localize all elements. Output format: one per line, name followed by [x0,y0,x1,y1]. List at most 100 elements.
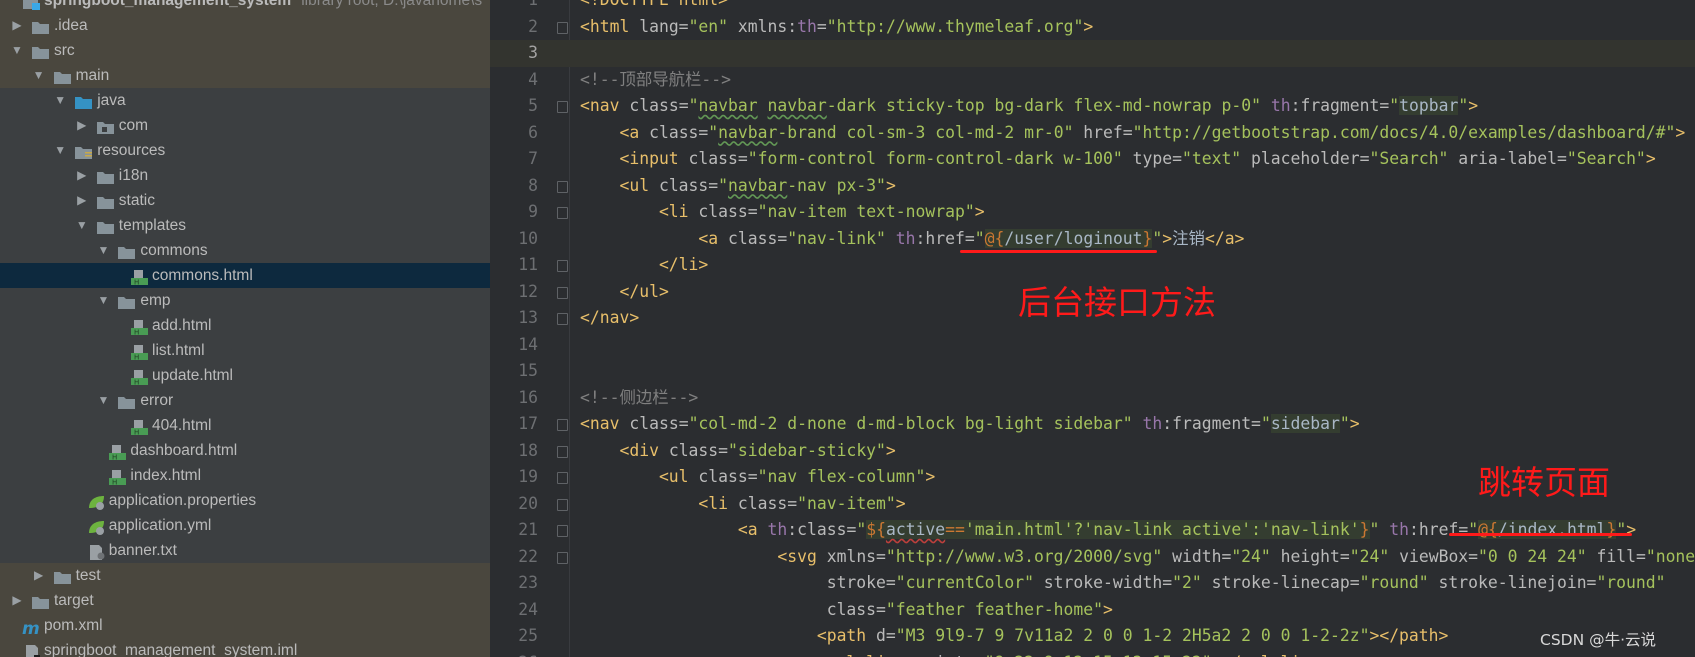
collapse-arrow-icon[interactable]: ▶ [75,113,89,138]
collapse-arrow-icon[interactable]: ▶ [10,588,24,613]
tree-item[interactable]: ▼ commons [0,238,490,263]
code-line[interactable]: 26 <polyline points="9 22 9 12 15 12 15 … [490,650,1695,657]
project-tree[interactable]: springboot_management_system library root… [0,0,490,657]
fold-marker-icon[interactable] [557,445,568,458]
fold-marker-icon[interactable] [557,498,568,511]
tree-item[interactable]: ▼ resources [0,138,490,163]
fold-marker-icon[interactable] [557,21,568,34]
code-token: } [1606,520,1617,539]
code-line[interactable]: 7 <input class="form-control form-contro… [490,146,1695,173]
fold-marker-icon[interactable] [557,260,568,272]
code-line[interactable]: 9 <li class="nav-item text-nowrap"> [490,199,1695,226]
tree-item[interactable]: ▼ main [0,62,490,88]
tree-item[interactable]: springboot_management_system library root… [0,0,490,13]
code-text: </ul> [580,279,668,306]
tree-item[interactable]: Hlist.html [0,338,490,363]
code-line[interactable]: 4 <!--顶部导航栏--> [490,67,1695,94]
tree-item[interactable]: ▶ test [0,562,490,588]
code-token: "nav-link" [787,228,886,248]
expand-arrow-icon[interactable]: ▼ [96,238,110,263]
code-line[interactable]: 25 <path d="M3 9l9-7 9 7v11a2 2 0 0 1-2 … [490,623,1695,650]
module-icon [22,0,41,10]
tree-item[interactable]: application.yml [0,513,490,538]
expand-arrow-icon[interactable]: ▼ [96,288,110,313]
tree-item[interactable]: springboot_management_system.iml [0,637,490,657]
tree-item[interactable]: Hdashboard.html [0,438,490,463]
expand-arrow-icon[interactable]: ▼ [53,88,67,113]
code-line[interactable]: 15 [490,358,1695,385]
code-line[interactable]: 8 <ul class="navbar-nav px-3"> [490,173,1695,200]
fold-marker-icon[interactable] [557,101,568,113]
code-line[interactable]: 23 stroke="currentColor" stroke-width="2… [490,570,1695,597]
code-line[interactable]: 1 <!DOCTYPE html> [490,0,1695,14]
tree-item[interactable]: m pom.xml [0,612,490,639]
fold-marker-icon[interactable] [557,207,568,219]
code-line[interactable]: 2 <html lang="en" xmlns:th="http://www.th… [490,14,1695,41]
tree-item[interactable]: Hcommons.html [0,262,490,288]
code-editor[interactable]: 1<!DOCTYPE html>2<html lang="en" xmlns:t… [490,0,1695,657]
fold-marker-icon[interactable] [557,286,568,299]
folder-icon [96,218,115,234]
tree-item[interactable]: Hupdate.html [0,363,490,388]
code-line[interactable]: 24 class="feather feather-home"> [490,597,1695,624]
tree-item[interactable]: ▶ static [0,188,490,213]
expand-arrow-icon[interactable]: ▼ [96,388,110,413]
code-token: "feather feather-home" [885,599,1104,619]
fold-marker-icon[interactable] [557,551,568,564]
code-line[interactable]: 16 <!--侧边栏--> [490,385,1695,412]
tree-item[interactable]: ▼ templates [0,213,490,238]
code-line[interactable]: 22 <svg xmlns="http://www.w3.org/2000/sv… [490,544,1695,571]
tree-item[interactable]: application.properties [0,488,490,513]
tree-item[interactable]: Hindex.html [0,463,490,488]
collapse-arrow-icon[interactable]: ▶ [75,188,89,213]
code-line[interactable]: 17 <nav class="col-md-2 d-none d-md-block… [490,411,1695,438]
code-token: :class= [787,520,857,539]
code-line[interactable]: 10 <a class="nav-link" th:href="@{/user/… [490,226,1695,253]
tree-item[interactable]: ▼ src [0,37,490,63]
code-token: :href= [1409,520,1469,539]
code-line[interactable]: 11 </li> [490,252,1695,279]
tree-item[interactable]: ▼ java [0,88,490,113]
expand-arrow-icon[interactable]: ▼ [10,38,24,63]
folder-icon [31,43,50,59]
tree-item[interactable]: ▶ target [0,587,490,613]
code-token: " [1152,228,1163,248]
code-text: <path d="M3 9l9-7 9 7v11a2 2 0 0 1-2 2H5… [580,623,1449,650]
collapse-arrow-icon[interactable]: ▶ [75,163,89,188]
fold-marker-icon[interactable] [557,313,568,325]
fold-marker-icon[interactable] [557,472,568,484]
code-text: </li> [580,252,708,279]
tree-item[interactable]: ▼ error [0,388,490,413]
code-token: "nav flex-column" [757,467,926,486]
tree-item[interactable]: ▶ .idea [0,12,490,38]
tree-item[interactable]: ▶ i18n [0,163,490,188]
code-token: class= [619,414,689,433]
code-line[interactable]: 21 <a th:class="${active=='main.html'?'n… [490,517,1695,544]
expand-arrow-icon[interactable]: ▼ [32,63,46,88]
fold-marker-icon[interactable] [557,525,568,537]
html-icon: H [108,443,127,461]
collapse-arrow-icon[interactable]: ▶ [32,563,46,588]
fold-marker-icon[interactable] [557,419,568,431]
line-number: 21 [518,520,538,539]
tree-item[interactable]: Hadd.html [0,313,490,338]
fold-marker-icon[interactable] [557,180,568,193]
code-token: " [708,122,719,142]
tree-item[interactable]: ▶ com [0,113,490,138]
code-line[interactable]: 6 <a class="navbar-brand col-sm-3 col-md… [490,120,1695,147]
tree-item[interactable]: banner.txt [0,538,490,563]
expand-arrow-icon[interactable]: ▼ [53,138,67,163]
code-line[interactable]: 3 [490,40,1695,67]
tree-item[interactable]: ▼ emp [0,288,490,313]
expand-arrow-icon[interactable]: ▼ [75,213,89,238]
code-line[interactable]: 14 [490,332,1695,359]
line-number: 20 [518,493,538,513]
svg-text:H: H [134,353,139,360]
code-token: > [1675,122,1686,142]
tree-item[interactable]: H 404.html [0,413,490,438]
code-line[interactable]: 5 <nav class="navbar navbar-dark sticky-t… [490,93,1695,120]
collapse-arrow-icon[interactable]: ▶ [10,13,24,38]
svg-text:m: m [22,620,40,635]
tree-item-text: application.yml [109,513,212,538]
